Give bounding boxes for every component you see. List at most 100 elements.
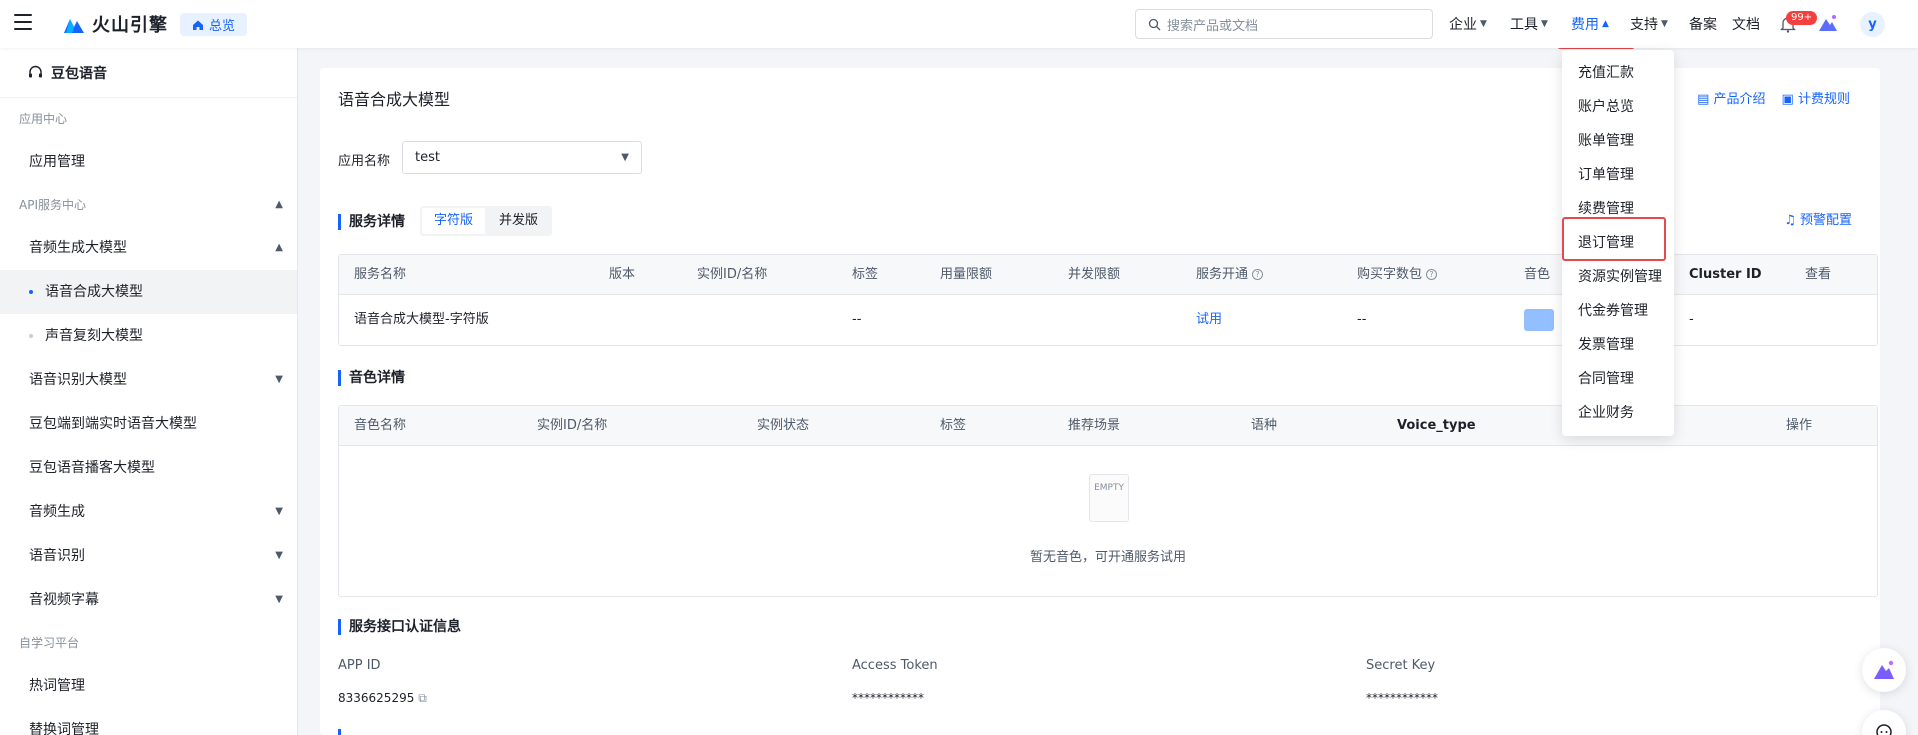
home-overview-button[interactable]: 总览 [180, 13, 248, 36]
access-token-label: Access Token [852, 658, 938, 673]
sidebar-item-tts-llm[interactable]: 语音合成大模型 [0, 270, 297, 314]
sidebar-item-replace-words[interactable]: 替换词管理 [0, 708, 297, 735]
column-header: 实例状态 [757, 418, 810, 433]
column-header-package: 购买字数包? [1357, 255, 1438, 295]
sidebar-item-podcast-llm[interactable]: 豆包语音播客大模型 [0, 446, 297, 490]
version-toggle: 字符版 并发版 [420, 206, 553, 236]
column-header: 实例ID/名称 [537, 418, 608, 433]
help-icon[interactable]: ? [1252, 269, 1264, 280]
alert-config-link[interactable]: ♫ 预警配置 [1784, 209, 1852, 228]
sidebar-item-label: 豆包端到端实时语音大模型 [29, 416, 197, 432]
search-placeholder: 搜索产品或文档 [1167, 18, 1259, 34]
tab-concurrent-version[interactable]: 并发版 [487, 208, 550, 234]
ai-assistant-button[interactable] [1862, 648, 1906, 692]
app-id-value: 8336625295 ⧉ [338, 691, 427, 706]
menu-item-recharge[interactable]: 充值汇款 [1562, 56, 1674, 90]
sidebar-group-label: 应用中心 [19, 112, 68, 126]
sidebar-item-label: 音视频字幕 [29, 592, 99, 608]
ai-mountain-icon[interactable] [1818, 14, 1838, 32]
chevron-down-icon: ▼ [1541, 19, 1548, 29]
highlight-box-unsubscribe [1562, 217, 1666, 261]
help-icon[interactable]: ? [1426, 269, 1438, 280]
chevron-up-icon: ▲ [275, 199, 283, 210]
sidebar-group-label: 自学习平台 [19, 636, 80, 650]
chat-icon [1876, 724, 1892, 735]
menu-item-resource-instance[interactable]: 资源实例管理 [1562, 260, 1674, 294]
nav-billing[interactable]: 费用 ▲ [1571, 0, 1609, 48]
voice-details-title: 音色详情 [338, 370, 405, 386]
sidebar-item-subtitles[interactable]: 音视频字幕 ▼ [0, 578, 297, 622]
sidebar-item-label: 应用管理 [29, 154, 85, 170]
service-details-title: 服务详情 [338, 214, 405, 230]
cluster-id-cell: - [1689, 312, 1694, 327]
sidebar-item-label: 语音合成大模型 [45, 284, 143, 300]
volcano-logo-icon [64, 19, 84, 33]
column-header: 版本 [609, 267, 636, 282]
nav-docs[interactable]: 文档 [1732, 0, 1760, 48]
menu-item-enterprise-finance[interactable]: 企业财务 [1562, 396, 1674, 430]
product-intro-link[interactable]: ▤ 产品介绍 [1697, 88, 1765, 107]
sidebar-item-asr[interactable]: 语音识别 ▼ [0, 534, 297, 578]
nav-filing[interactable]: 备案 [1689, 0, 1717, 48]
sidebar-header: 豆包语音 [0, 48, 297, 98]
column-header: 推荐场景 [1068, 418, 1121, 433]
menu-item-bill-management[interactable]: 账单管理 [1562, 124, 1674, 158]
column-header: 语种 [1251, 418, 1278, 433]
nav-label: 支持 [1630, 17, 1658, 33]
copy-icon[interactable]: ⧉ [418, 691, 427, 705]
bell-icon: ♫ [1784, 213, 1796, 228]
sidebar-group-app-center: 应用中心 [0, 98, 297, 140]
column-header: 服务名称 [354, 267, 407, 282]
sidebar-item-label: 声音复刻大模型 [45, 328, 143, 344]
empty-text: 暂无音色，可开通服务试用 [1029, 550, 1186, 565]
column-header: 标签 [940, 418, 967, 433]
top-bar: 火山引擎 总览 搜索产品或文档 企业 ▼ 工具 ▼ 费用 ▲ 支持 ▼ 备案 文档 99… [0, 0, 1918, 48]
column-header: 标签 [852, 267, 879, 282]
menu-icon[interactable] [14, 14, 32, 30]
sidebar-item-audio-gen-llm[interactable]: 音频生成大模型 ▲ [0, 226, 297, 270]
voice-button[interactable] [1524, 309, 1554, 331]
chevron-down-icon: ▼ [275, 550, 283, 561]
document-icon: ▤ [1697, 92, 1710, 107]
next-section-marker [338, 729, 341, 735]
menu-item-order-management[interactable]: 订单管理 [1562, 158, 1674, 192]
tab-char-version[interactable]: 字符版 [422, 208, 486, 234]
app-name-select[interactable]: test ▼ [402, 141, 642, 174]
sidebar-item-label: 语音识别大模型 [29, 372, 127, 388]
column-header: 音色 [1524, 267, 1551, 282]
user-avatar[interactable]: y [1860, 12, 1885, 37]
sidebar-item-label: 替换词管理 [29, 722, 99, 735]
menu-item-account-overview[interactable]: 账户总览 [1562, 90, 1674, 124]
auth-info-title: 服务接口认证信息 [338, 619, 461, 635]
brand-logo[interactable]: 火山引擎 [62, 11, 168, 37]
sidebar-item-realtime-voice-llm[interactable]: 豆包端到端实时语音大模型 [0, 402, 297, 446]
app-id-text: 8336625295 [338, 691, 415, 705]
nav-tools[interactable]: 工具 ▼ [1510, 0, 1548, 48]
package-cell: -- [1357, 312, 1367, 327]
column-header: 操作 [1786, 418, 1813, 433]
column-header: 并发限额 [1068, 267, 1121, 282]
sidebar-item-audio-gen[interactable]: 音频生成 ▼ [0, 490, 297, 534]
nav-enterprise[interactable]: 企业 ▼ [1449, 0, 1487, 48]
column-header: 购买字数包 [1357, 267, 1423, 282]
search-icon [1148, 18, 1161, 30]
menu-item-invoice[interactable]: 发票管理 [1562, 328, 1674, 362]
menu-item-contract[interactable]: 合同管理 [1562, 362, 1674, 396]
sidebar-item-asr-llm[interactable]: 语音识别大模型 ▼ [0, 358, 297, 402]
access-token-value: ************ [852, 691, 924, 705]
sidebar-title: 豆包语音 [51, 65, 107, 82]
nav-support[interactable]: 支持 ▼ [1630, 0, 1668, 48]
empty-state: EMPTY 暂无音色，可开通服务试用 [339, 446, 1877, 596]
sidebar-item-voice-clone-llm[interactable]: 声音复刻大模型 [0, 314, 297, 358]
trial-link[interactable]: 试用 [1196, 295, 1222, 345]
billing-rules-link[interactable]: ▣ 计费规则 [1782, 88, 1850, 107]
sidebar-item-hotwords[interactable]: 热词管理 [0, 664, 297, 708]
chevron-down-icon: ▼ [1661, 19, 1668, 29]
sidebar-item-app-management[interactable]: 应用管理 [0, 140, 297, 184]
menu-item-voucher[interactable]: 代金券管理 [1562, 294, 1674, 328]
search-input[interactable]: 搜索产品或文档 [1135, 9, 1433, 39]
column-header: 服务开通 [1196, 267, 1249, 282]
sidebar-group-api-center[interactable]: API服务中心 ▲ [0, 184, 297, 226]
nav-label: 文档 [1732, 17, 1760, 33]
column-header: 音色名称 [354, 418, 407, 433]
